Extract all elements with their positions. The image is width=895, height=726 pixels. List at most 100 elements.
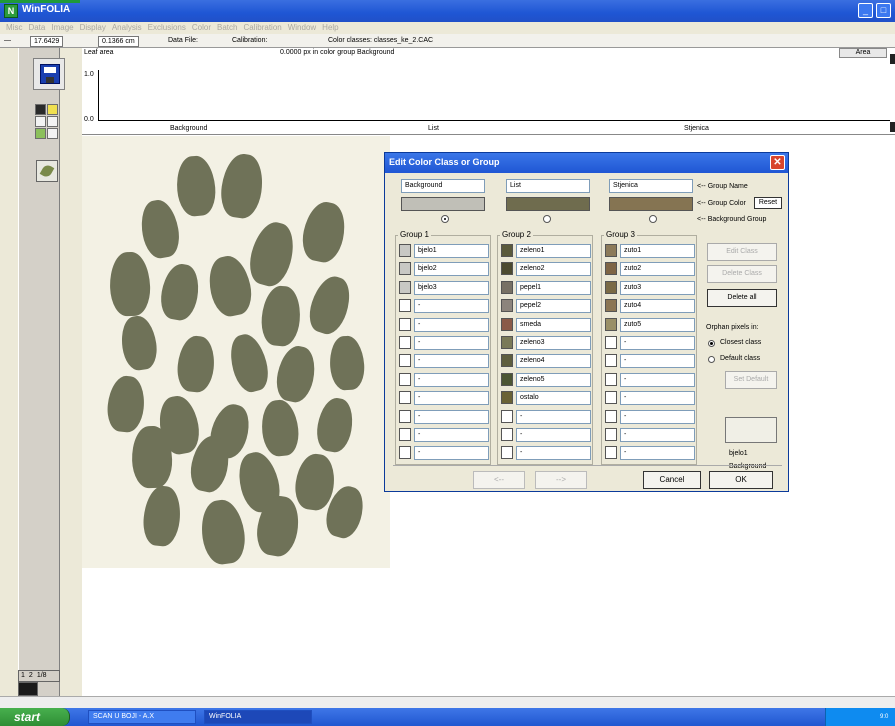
pencil-tool-icon[interactable] (35, 104, 46, 115)
class-name-field[interactable]: - (414, 354, 489, 369)
menu-data[interactable]: Data (28, 22, 45, 34)
class-color-swatch[interactable] (399, 280, 411, 294)
measure-tool-icon[interactable] (47, 116, 58, 127)
reset-button[interactable]: Reset (754, 197, 782, 209)
leaf-analysis-icon[interactable] (36, 160, 58, 182)
class-name-field[interactable]: - (620, 336, 695, 350)
class-name-field[interactable]: zuto1 (620, 244, 695, 258)
horizontal-scrollbar[interactable] (0, 696, 895, 708)
class-name-field[interactable]: zeleno4 (516, 354, 591, 369)
class-color-swatch[interactable] (399, 409, 411, 423)
menu-analysis[interactable]: Analysis (112, 22, 142, 34)
class-name-field[interactable]: - (414, 428, 489, 442)
page-left-button[interactable]: 1 (19, 671, 27, 681)
group3-name-field[interactable]: Stjenica (609, 179, 693, 193)
class-color-swatch[interactable] (605, 372, 617, 386)
class-name-field[interactable]: zeleno2 (516, 262, 591, 277)
delete-all-button[interactable]: Delete all (707, 289, 777, 307)
class-name-field[interactable]: - (620, 354, 695, 369)
menu-misc[interactable]: Misc (6, 22, 22, 34)
class-name-field[interactable]: - (414, 317, 489, 332)
taskbar-item-winfolia[interactable]: WinFOLIA (204, 710, 312, 724)
class-color-swatch[interactable] (605, 244, 617, 257)
class-color-swatch[interactable] (605, 280, 617, 294)
class-color-swatch[interactable] (399, 244, 411, 257)
menu-exclusions[interactable]: Exclusions (148, 22, 186, 34)
class-name-field[interactable]: - (620, 446, 695, 461)
class-name-field[interactable]: bjelo3 (414, 280, 489, 295)
class-name-field[interactable]: ostalo (516, 391, 591, 406)
class-color-swatch[interactable] (399, 428, 411, 441)
class-color-swatch[interactable] (501, 409, 513, 423)
class-color-swatch[interactable] (399, 262, 411, 276)
dialog-close-icon[interactable]: ✕ (770, 155, 785, 170)
scanned-leaf-image[interactable] (82, 136, 390, 568)
class-name-field[interactable]: - (620, 409, 695, 424)
class-color-swatch[interactable] (501, 391, 513, 405)
class-name-field[interactable]: - (620, 391, 695, 406)
start-button[interactable]: start (0, 708, 70, 726)
class-color-swatch[interactable] (605, 409, 617, 423)
group1-name-field[interactable]: Background (401, 179, 485, 193)
class-color-swatch[interactable] (605, 299, 617, 313)
menu-batch[interactable]: Batch (217, 22, 237, 34)
class-color-swatch[interactable] (501, 244, 513, 257)
select-tool-icon[interactable] (47, 104, 58, 115)
class-color-swatch[interactable] (501, 280, 513, 294)
class-name-field[interactable]: smeda (516, 317, 591, 332)
class-color-swatch[interactable] (399, 299, 411, 313)
class-name-field[interactable]: zeleno5 (516, 372, 591, 387)
class-name-field[interactable]: - (620, 372, 695, 387)
class-color-swatch[interactable] (399, 446, 411, 460)
class-name-field[interactable]: - (414, 299, 489, 314)
class-color-swatch[interactable] (605, 317, 617, 331)
page-right-button[interactable]: 2 (27, 671, 35, 681)
class-color-swatch[interactable] (501, 262, 513, 276)
class-name-field[interactable]: - (414, 391, 489, 406)
class-color-swatch[interactable] (605, 391, 617, 405)
class-name-field[interactable]: - (620, 428, 695, 442)
background-group-radio-3[interactable] (649, 215, 657, 223)
class-color-swatch[interactable] (501, 372, 513, 386)
class-color-swatch[interactable] (605, 262, 617, 276)
class-color-swatch[interactable] (501, 428, 513, 441)
class-name-field[interactable]: - (516, 409, 591, 424)
set-default-button[interactable]: Set Default (725, 371, 777, 389)
area-legend-button[interactable]: Area (839, 48, 887, 58)
save-button[interactable] (33, 58, 65, 90)
menu-image[interactable]: Image (51, 22, 73, 34)
class-color-swatch[interactable] (501, 354, 513, 368)
class-name-field[interactable]: - (414, 446, 489, 461)
class-color-swatch[interactable] (501, 299, 513, 313)
class-color-swatch[interactable] (399, 317, 411, 331)
menu-color[interactable]: Color (192, 22, 211, 34)
group3-color-swatch[interactable] (609, 197, 693, 211)
maximize-button[interactable]: □ (876, 3, 891, 18)
chart-handle-top[interactable] (890, 54, 895, 64)
group1-color-swatch[interactable] (401, 197, 485, 211)
class-color-swatch[interactable] (399, 391, 411, 405)
class-color-swatch[interactable] (605, 446, 617, 460)
menu-display[interactable]: Display (80, 22, 106, 34)
default-class-radio[interactable] (708, 356, 715, 363)
class-name-field[interactable]: zuto3 (620, 280, 695, 295)
closest-class-radio[interactable] (708, 340, 715, 347)
taskbar-item-scan[interactable]: SCAN U BOJI - A.X (88, 710, 196, 724)
cancel-button[interactable]: Cancel (643, 471, 701, 489)
group2-color-swatch[interactable] (506, 197, 590, 211)
menu-calibration[interactable]: Calibration (243, 22, 281, 34)
class-name-field[interactable]: pepel1 (516, 280, 591, 295)
class-name-field[interactable]: zuto5 (620, 317, 695, 332)
class-color-swatch[interactable] (605, 428, 617, 441)
ok-button[interactable]: OK (709, 471, 773, 489)
class-name-field[interactable]: zeleno1 (516, 244, 591, 258)
menu-window[interactable]: Window (288, 22, 316, 34)
winfolia-app-icon[interactable]: N (4, 4, 18, 18)
class-color-swatch[interactable] (399, 372, 411, 386)
class-name-field[interactable]: bjelo1 (414, 244, 489, 258)
chart-handle-bottom[interactable] (890, 122, 895, 132)
class-name-field[interactable]: zuto2 (620, 262, 695, 277)
class-color-swatch[interactable] (605, 354, 617, 368)
class-name-field[interactable]: - (414, 409, 489, 424)
class-color-swatch[interactable] (605, 336, 617, 349)
